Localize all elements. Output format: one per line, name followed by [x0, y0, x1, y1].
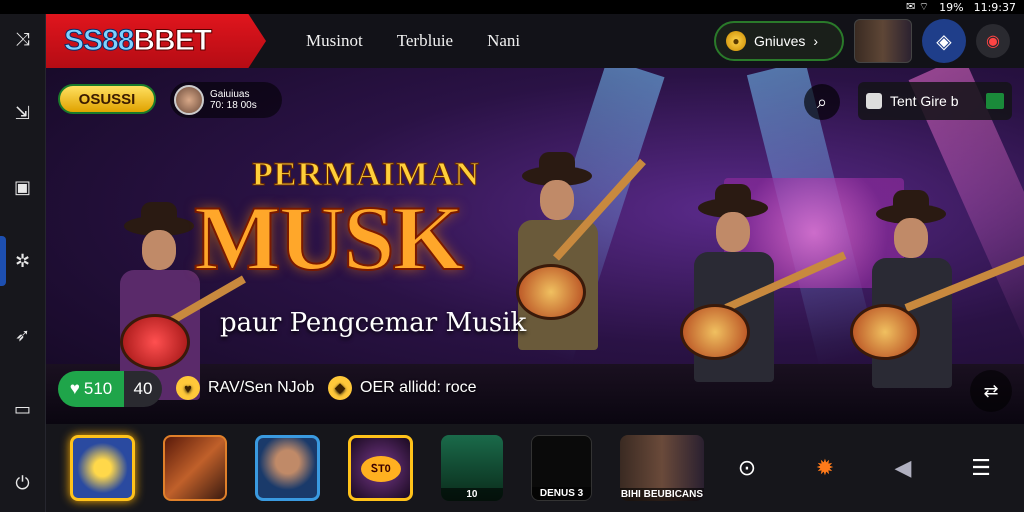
checkbox[interactable] [866, 93, 882, 109]
user-avatar [174, 85, 204, 115]
promo-badge[interactable]: OSUSSI [58, 84, 156, 114]
game-shelf: ᏚT0 10 DENUS 3 BIHI BEUBICANS ⊙ ✹ ◀ ☰ [46, 424, 1024, 512]
info-chip-1[interactable]: ♥ RAV/Sen NJob [176, 376, 314, 400]
settings-icon[interactable]: ✲ [0, 236, 38, 286]
hero-banner[interactable]: PERMAIMAN MUSK paur Pengcemar Musik OSUS… [46, 68, 1024, 424]
thumb-icon: ♥ [69, 379, 80, 398]
search-icon: ⌕ [816, 91, 828, 112]
coin-icon: ◆ [328, 376, 352, 400]
nav-item-terbluie[interactable]: Terbluie [397, 31, 453, 51]
stat-extra: 40 [124, 371, 162, 407]
briefcase-icon[interactable]: ▣ [8, 172, 38, 202]
balance-pill[interactable]: ● Gniuves › [714, 21, 844, 61]
speaker-icon[interactable]: ◀ [888, 456, 918, 481]
balance-label: Gniuves [754, 33, 806, 49]
musician-figure [486, 94, 666, 424]
expand-icon[interactable]: ⇄ [970, 370, 1012, 412]
wifi-icon: ✉ ⌔ [906, 0, 930, 13]
location-icon[interactable]: ◈ [922, 19, 966, 63]
bottom-actions: ⊙ ✹ ◀ ☰ [732, 456, 1024, 481]
info-label-1: RAV/Sen NJob [208, 379, 315, 396]
login-icon[interactable]: ⇲ [8, 98, 38, 128]
game-tile[interactable]: DENUS 3 [531, 435, 592, 501]
sidebar: ⤨ ⇲ ▣ ✲ ➶ ▭ ⏻ [0, 14, 46, 512]
grid-icon[interactable] [986, 93, 1004, 109]
rocket-icon[interactable]: ➶ [8, 320, 38, 350]
coin-icon: ● [726, 31, 746, 51]
main-nav: Musinot Terbluie Nani [306, 31, 520, 51]
game-label: BIHI BEUBICANS [619, 488, 704, 501]
banner-subtitle: paur Pengcemar Musik [220, 308, 527, 338]
power-icon[interactable]: ⏻ [8, 468, 38, 498]
filter-label: Tent Gire b [890, 93, 959, 109]
chevron-right-icon: › [813, 33, 819, 49]
game-tile[interactable]: ᏚT0 [347, 435, 413, 501]
heart-icon: ♥ [176, 376, 200, 400]
game-badge: ᏚT0 [360, 456, 401, 482]
stat-value: 510 [83, 379, 113, 398]
top-bar: SS88 BBET Musinot Terbluie Nani ● Gniuves… [46, 14, 1024, 68]
game-tile[interactable] [162, 435, 228, 501]
stat-chip[interactable]: ♥ 510 40 [58, 371, 162, 407]
notification-icon[interactable]: ◉ [976, 24, 1010, 58]
nav-item-nani[interactable]: Nani [487, 31, 520, 51]
game-label: 10 [440, 488, 504, 501]
user-name: Gaiuiuas [210, 89, 250, 100]
header-actions: ● Gniuves › ◈ ◉ [714, 19, 1024, 63]
battery-level: 19% [939, 0, 964, 14]
logo-text-ss88: SS88 [63, 24, 134, 58]
status-bar: ✉ ⌔ 19% 11:9:37 [0, 0, 1024, 14]
game-tile[interactable] [70, 435, 135, 501]
sun-icon[interactable]: ✹ [810, 456, 840, 481]
clock: 11:9:37 [973, 0, 1016, 14]
game-tile[interactable] [255, 435, 320, 501]
search-button[interactable]: ⌕ [804, 84, 840, 120]
game-label: DENUS 3 [532, 487, 591, 500]
app-logo[interactable]: SS88 BBET [46, 14, 266, 68]
avatar[interactable] [854, 19, 912, 63]
shuffle-icon[interactable]: ⤨ [8, 24, 38, 54]
tv-icon[interactable]: ▭ [8, 394, 38, 424]
filter-box[interactable]: Tent Gire b [858, 82, 1012, 120]
user-chip[interactable]: Gaiuiuas 70: 18 00s [170, 82, 282, 118]
game-tile[interactable]: 10 [440, 435, 504, 501]
info-label-2: OER allidd: roce [360, 379, 477, 396]
menu-icon[interactable]: ☰ [966, 456, 996, 481]
banner-title-main: MUSK [193, 187, 465, 289]
logo-text-bet: BBET [133, 24, 213, 58]
support-icon[interactable]: ⊙ [732, 456, 762, 481]
info-chip-2[interactable]: ◆ OER allidd: roce [328, 376, 477, 400]
musician-figure [666, 154, 847, 424]
game-tile[interactable]: BIHI BEUBICANS [619, 435, 704, 501]
user-stat: 70: 18 00s [210, 100, 257, 111]
nav-item-musinot[interactable]: Musinot [306, 31, 363, 51]
